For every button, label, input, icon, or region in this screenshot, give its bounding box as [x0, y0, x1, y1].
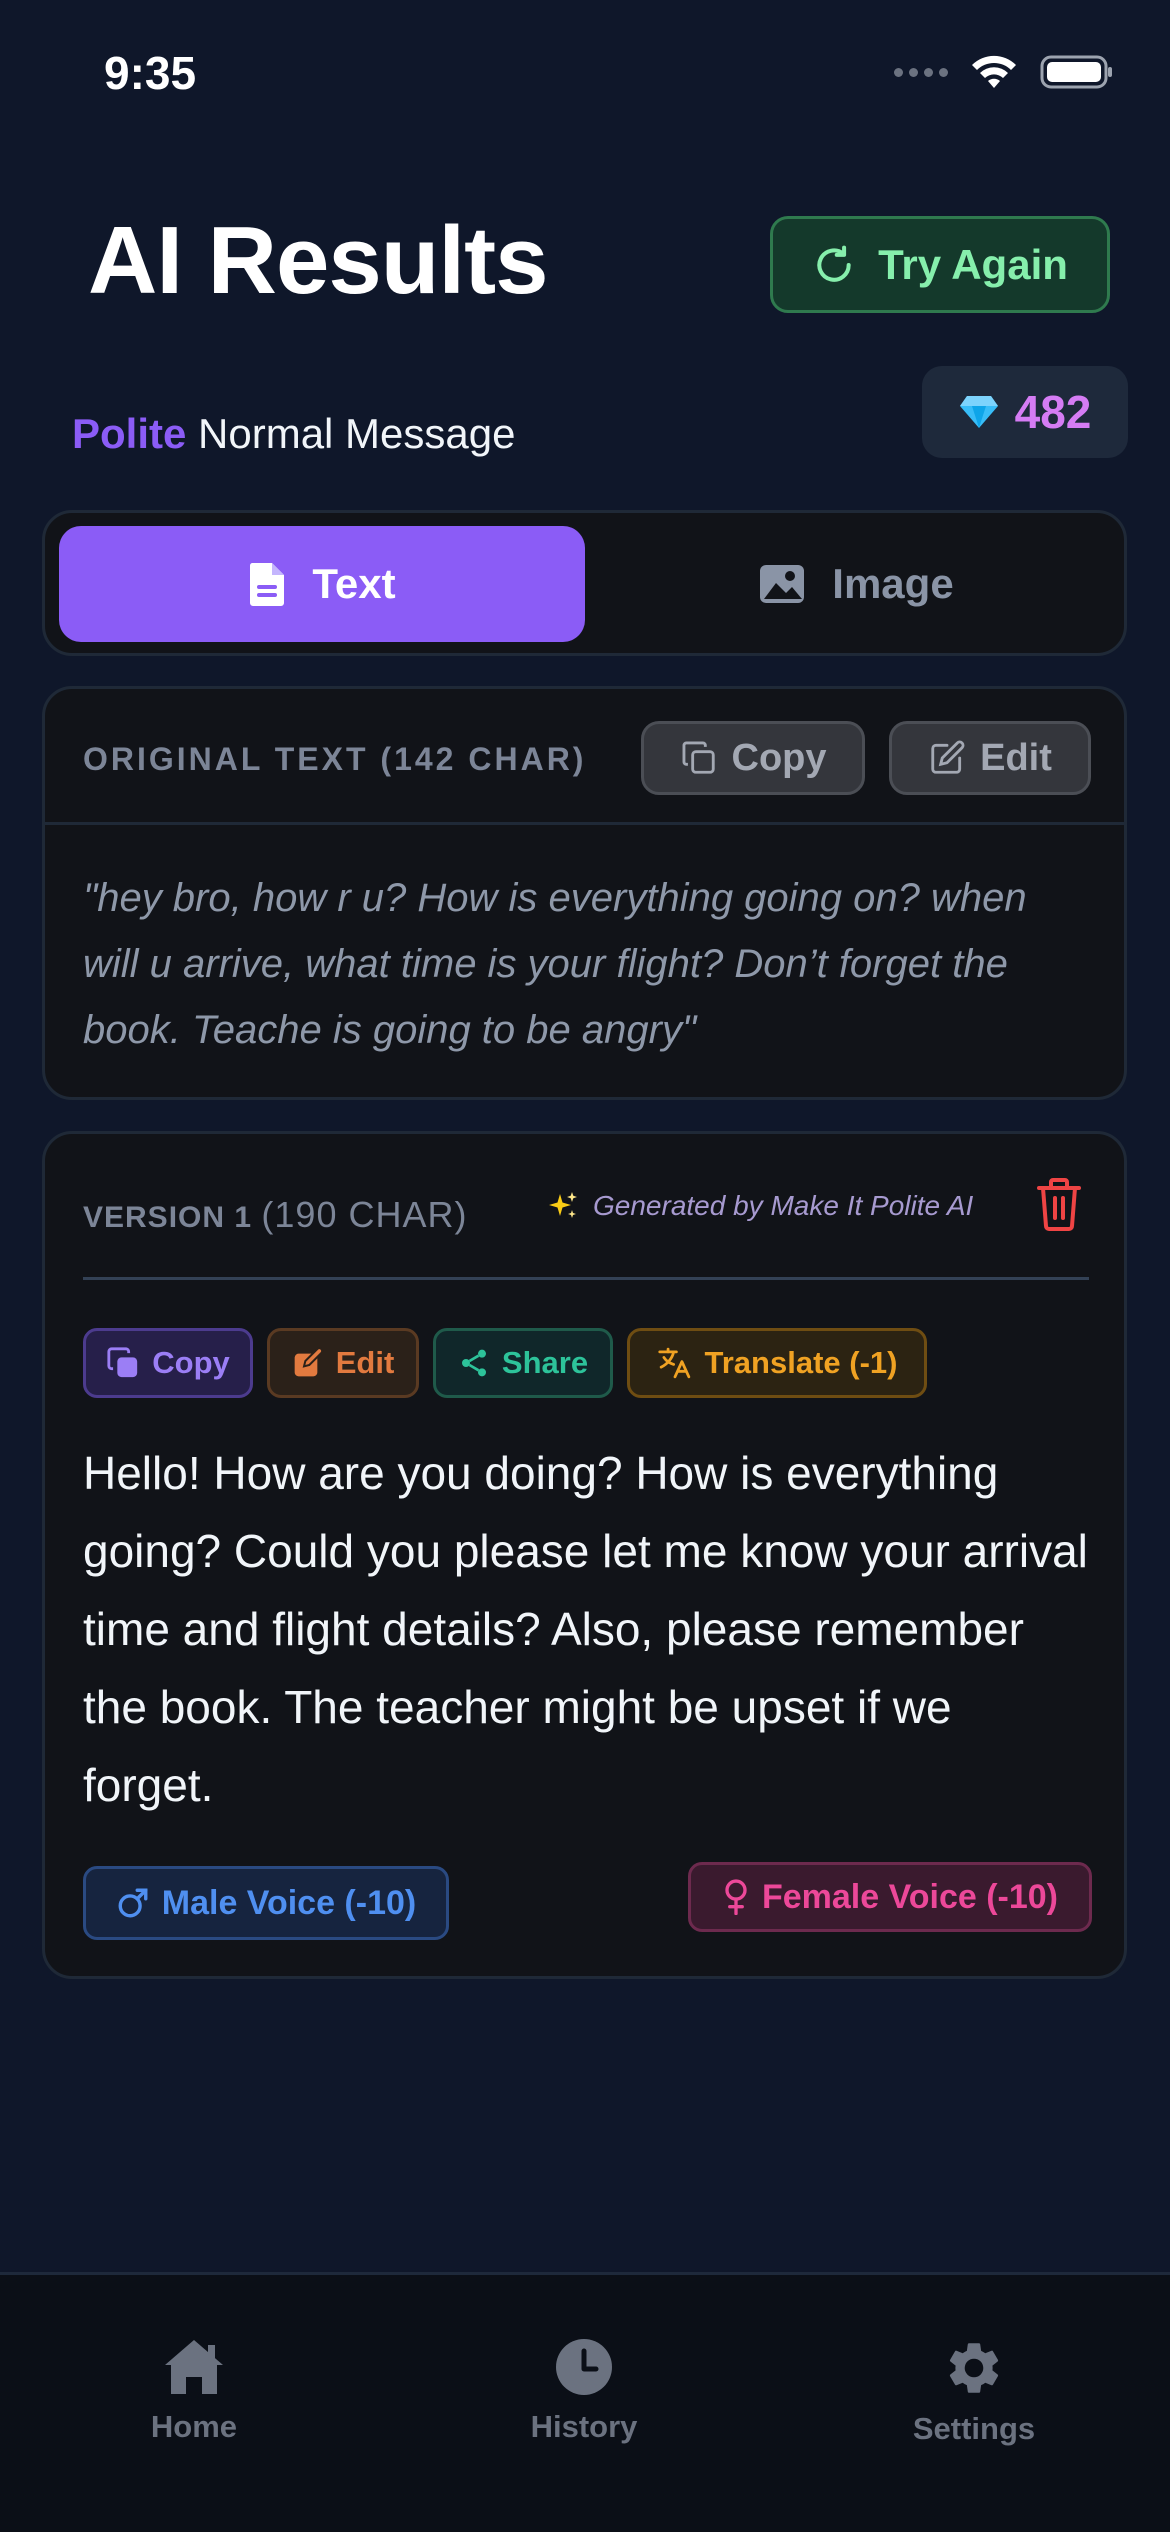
male-voice-label: Male Voice (-10)	[161, 1883, 417, 1922]
version-card: VERSION 1 (190 CHAR) Generated by Make I…	[42, 1131, 1127, 1979]
tab-image[interactable]: Image	[593, 526, 1119, 642]
content-type-tabs: Text Image	[42, 510, 1127, 656]
version-share-button[interactable]: Share	[433, 1328, 613, 1398]
gem-balance[interactable]: 482	[922, 366, 1128, 458]
home-icon	[165, 2340, 223, 2394]
wifi-icon	[972, 55, 1016, 88]
generated-by: Generated by Make It Polite AI	[547, 1190, 973, 1222]
female-voice-label: Female Voice (-10)	[761, 1877, 1059, 1916]
sparkles-icon	[549, 1192, 577, 1218]
try-again-label: Try Again	[878, 240, 1068, 288]
nav-item-history[interactable]: History	[474, 2337, 694, 2445]
image-icon	[760, 565, 805, 603]
original-copy-label: Copy	[731, 736, 827, 779]
female-voice-button[interactable]: Female Voice (-10)	[688, 1862, 1092, 1932]
trash-icon[interactable]	[1035, 1176, 1083, 1232]
nav-settings-label: Settings	[912, 2411, 1036, 2446]
version-translate-button[interactable]: Translate (-1)	[627, 1328, 927, 1398]
edit-icon	[931, 740, 965, 774]
gear-icon	[949, 2343, 999, 2393]
original-copy-button[interactable]: Copy	[641, 721, 865, 795]
nav-item-settings[interactable]: Settings	[864, 2337, 1084, 2447]
refresh-icon	[817, 245, 851, 282]
version-label: VERSION 1	[83, 1201, 253, 1234]
gem-count: 482	[1014, 386, 1092, 438]
try-again-button[interactable]: Try Again	[770, 216, 1110, 313]
clock-icon	[556, 2339, 612, 2395]
male-voice-button[interactable]: Male Voice (-10)	[83, 1866, 449, 1940]
version-edit-button[interactable]: Edit	[267, 1328, 419, 1398]
male-icon	[118, 1888, 148, 1918]
version-copy-label: Copy	[152, 1345, 230, 1380]
page-title: AI Results	[88, 207, 548, 314]
tab-text[interactable]: Text	[59, 526, 585, 642]
battery-icon	[1040, 55, 1112, 89]
nav-history-label: History	[530, 2409, 638, 2444]
female-icon	[725, 1879, 747, 1915]
status-time: 9:35	[104, 47, 197, 99]
nav-home-label: Home	[150, 2409, 238, 2444]
original-text-label: ORIGINAL TEXT (142 CHAR)	[83, 741, 587, 777]
message-tone: Polite Normal Message	[72, 410, 515, 458]
version-divider	[83, 1277, 1089, 1280]
message-type-label: Normal Message	[198, 410, 516, 457]
version-share-label: Share	[501, 1345, 589, 1380]
original-text-body: "hey bro, how r u? How is everything goi…	[83, 876, 1027, 1052]
signal-icon	[894, 67, 948, 77]
version-heading: VERSION 1 (190 CHAR)	[83, 1194, 467, 1236]
version-char-count: (190 CHAR)	[261, 1194, 468, 1235]
tab-image-label: Image	[832, 560, 954, 607]
version-copy-button[interactable]: Copy	[83, 1328, 253, 1398]
version-text-body: Hello! How are you doing? How is everyth…	[83, 1447, 1088, 1811]
translate-icon	[657, 1347, 690, 1379]
copy-icon	[682, 741, 715, 774]
tone-label: Polite	[72, 410, 187, 457]
original-text-header: ORIGINAL TEXT (142 CHAR) Copy Edit	[45, 689, 1124, 825]
bottom-navigation: Home History Settings	[0, 2272, 1170, 2532]
tab-text-label: Text	[312, 560, 396, 607]
original-text-card: ORIGINAL TEXT (142 CHAR) Copy Edit "hey …	[42, 686, 1127, 1100]
original-edit-button[interactable]: Edit	[889, 721, 1091, 795]
copy-icon	[107, 1347, 138, 1378]
status-icons	[894, 54, 1114, 90]
edit-icon	[294, 1347, 323, 1377]
generated-by-label: Generated by Make It Polite AI	[593, 1190, 974, 1221]
nav-item-home[interactable]: Home	[84, 2337, 304, 2445]
share-icon	[461, 1349, 486, 1377]
version-edit-label: Edit	[335, 1345, 395, 1380]
gem-icon	[959, 396, 998, 428]
original-edit-label: Edit	[980, 736, 1052, 779]
document-icon	[250, 563, 285, 606]
version-translate-label: Translate (-1)	[704, 1345, 898, 1380]
